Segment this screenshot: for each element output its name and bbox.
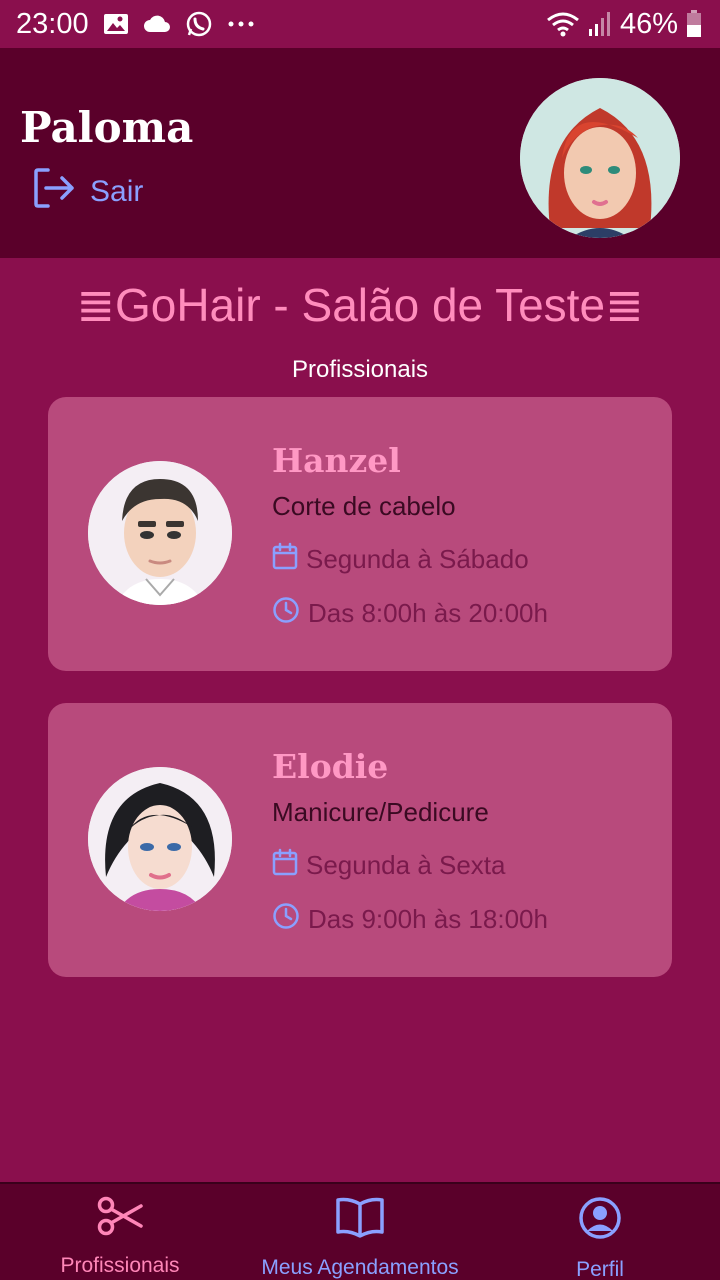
status-bar: 23:00 46% xyxy=(0,0,720,48)
nav-item-perfil[interactable]: Perfil xyxy=(480,1184,720,1280)
user-name: Paloma xyxy=(20,103,194,152)
scissors-icon xyxy=(97,1196,143,1242)
professional-days-text: Segunda à Sábado xyxy=(306,544,529,574)
professional-card[interactable]: Elodie Manicure/Pedicure Segunda à Sexta… xyxy=(48,703,672,977)
logout-label: Sair xyxy=(90,175,144,208)
profile-header: Paloma Sair xyxy=(0,48,720,258)
image-icon xyxy=(103,12,129,36)
bottom-nav: Profissionais Meus Agendamentos Perfil xyxy=(0,1182,720,1280)
more-dots-icon xyxy=(227,20,255,28)
logout-button[interactable]: Sair xyxy=(32,166,143,218)
logout-icon xyxy=(32,166,76,218)
battery-percent: 46% xyxy=(619,7,678,40)
professional-photo xyxy=(88,461,232,605)
user-circle-icon xyxy=(578,1196,622,1246)
whatsapp-icon xyxy=(185,10,213,38)
professional-service: Corte de cabelo xyxy=(272,491,456,521)
professional-hours: Das 9:00h às 18:00h xyxy=(272,902,548,937)
professional-days: Segunda à Sexta xyxy=(272,848,506,883)
professional-days: Segunda à Sábado xyxy=(272,542,529,577)
professional-name: Elodie xyxy=(272,747,389,786)
professional-hours-text: Das 8:00h às 20:00h xyxy=(308,598,548,628)
nav-label: Perfil xyxy=(576,1258,624,1280)
nav-label: Profissionais xyxy=(60,1254,180,1277)
status-right: 46% xyxy=(546,8,702,41)
professional-hours-text: Das 9:00h às 18:00h xyxy=(308,904,548,934)
status-time: 23:00 xyxy=(16,7,89,40)
professional-name: Hanzel xyxy=(272,441,401,480)
professional-photo xyxy=(88,767,232,911)
wifi-icon xyxy=(546,11,580,37)
clock-icon xyxy=(272,902,300,937)
salon-title: ≣GoHair - Salão de Teste≣ xyxy=(76,279,644,331)
professional-service: Manicure/Pedicure xyxy=(272,797,489,827)
nav-label: Meus Agendamentos xyxy=(261,1256,459,1279)
professional-days-text: Segunda à Sexta xyxy=(306,850,506,880)
signal-icon xyxy=(588,11,612,37)
section-label: Profissionais xyxy=(291,356,429,383)
nav-item-profissionais[interactable]: Profissionais xyxy=(0,1184,240,1280)
calendar-icon xyxy=(272,542,298,577)
cloud-icon xyxy=(143,14,171,34)
battery-icon xyxy=(686,10,702,38)
professional-card[interactable]: Hanzel Corte de cabelo Segunda à Sábado … xyxy=(48,397,672,671)
calendar-icon xyxy=(272,848,298,883)
user-avatar[interactable] xyxy=(520,78,680,238)
book-icon xyxy=(335,1196,385,1244)
status-left: 23:00 xyxy=(16,8,255,41)
professional-hours: Das 8:00h às 20:00h xyxy=(272,596,548,631)
nav-item-meus-agendamentos[interactable]: Meus Agendamentos xyxy=(240,1184,480,1280)
clock-icon xyxy=(272,596,300,631)
